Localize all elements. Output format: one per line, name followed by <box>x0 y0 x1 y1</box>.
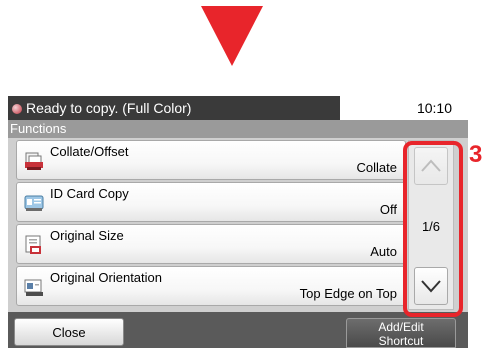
collate-icon <box>23 150 45 172</box>
function-item-original-orientation[interactable]: Original Orientation Top Edge on Top <box>16 266 406 306</box>
function-item-collate[interactable]: Collate/Offset Collate <box>16 140 406 180</box>
item-label: Original Orientation <box>50 270 162 285</box>
id-card-icon <box>23 192 45 214</box>
orientation-icon <box>23 276 45 298</box>
original-size-icon <box>23 234 45 256</box>
function-item-id-card[interactable]: ID Card Copy Off <box>16 182 406 222</box>
close-button[interactable]: Close <box>14 318 124 346</box>
step-callout: 3 <box>469 141 483 168</box>
function-list: Collate/Offset Collate ID Card Copy Off <box>16 140 406 308</box>
highlight-frame <box>403 141 463 317</box>
status-bar: Ready to copy. (Full Color) 10:10 <box>8 96 468 121</box>
status-message: Ready to copy. (Full Color) <box>8 96 340 120</box>
function-item-original-size[interactable]: Original Size Auto <box>16 224 406 264</box>
status-icon <box>12 104 22 114</box>
bottom-bar: Close Add/Edit Shortcut <box>8 312 468 348</box>
clock: 10:10 <box>416 100 452 116</box>
add-edit-label-line2: Shortcut <box>378 334 424 348</box>
section-title: Functions <box>8 120 468 138</box>
item-value: Collate <box>356 160 397 175</box>
item-label: ID Card Copy <box>50 186 129 201</box>
add-edit-label-line1: Add/Edit <box>378 320 424 334</box>
item-label: Original Size <box>50 228 124 243</box>
item-value: Off <box>379 202 397 217</box>
item-value: Auto <box>370 244 397 259</box>
add-edit-shortcut-button[interactable]: Add/Edit Shortcut <box>346 318 456 348</box>
status-text: Ready to copy. (Full Color) <box>26 100 192 116</box>
down-arrow-indicator <box>201 6 263 66</box>
item-value: Top Edge on Top <box>299 286 397 301</box>
device-screen: Ready to copy. (Full Color) 10:10 Functi… <box>8 96 468 348</box>
item-label: Collate/Offset <box>50 144 129 159</box>
